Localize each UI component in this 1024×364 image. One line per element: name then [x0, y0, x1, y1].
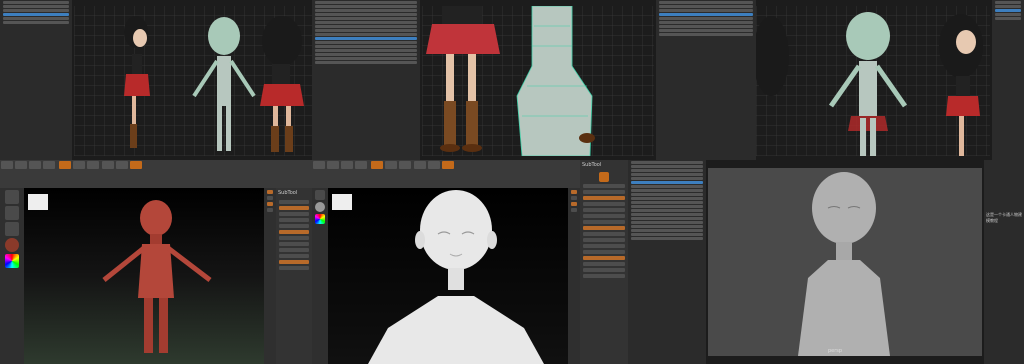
gray-head-body: [798, 172, 890, 356]
outliner-bottom-selected[interactable]: [631, 181, 703, 184]
zbrush-window-left: SubTool: [0, 160, 312, 364]
zbrush-right-shelf-right[interactable]: [568, 188, 580, 364]
subtool-title-right: SubTool: [582, 162, 602, 168]
viewport-bottom[interactable]: persp: [708, 168, 982, 356]
material-icon[interactable]: [5, 238, 19, 252]
red-base-mesh: [102, 200, 212, 353]
viewport-b[interactable]: [422, 6, 654, 156]
tool-icon[interactable]: [599, 172, 609, 182]
zbrush-canvas-right[interactable]: [328, 188, 568, 364]
subtool-title-left: SubTool: [278, 190, 298, 196]
maya-window-b: [312, 0, 756, 160]
zbrush-right-shelf-left[interactable]: [264, 188, 276, 364]
character-front-side-c: [756, 12, 983, 156]
outliner-b-selected[interactable]: [315, 37, 417, 40]
zbrush-tool-palette-left[interactable]: SubTool: [276, 188, 312, 364]
maya-window-bottom: persp 这是一个卡通人物建模教程: [628, 160, 1024, 364]
viewport-status: persp: [828, 348, 843, 354]
attribute-editor-b[interactable]: [656, 0, 756, 160]
outliner-a-selected[interactable]: [3, 13, 69, 16]
stroke-icon[interactable]: [5, 206, 19, 220]
maya-window-c: [756, 0, 1024, 160]
zbrush-toolbar-left[interactable]: [0, 160, 312, 189]
tutorial-note: 这是一个卡通人物建模教程: [986, 212, 1022, 223]
zbrush-left-tray[interactable]: [0, 188, 24, 364]
alpha-icon[interactable]: [5, 222, 19, 236]
white-head-sculpt: [368, 190, 544, 364]
maya-window-a: [0, 0, 312, 160]
side-panel-bottom[interactable]: 这是一个卡通人物建模教程: [984, 160, 1024, 364]
zbrush-left-tray-right[interactable]: [312, 188, 328, 364]
color-picker-icon[interactable]: [5, 254, 19, 268]
viewport-a[interactable]: [74, 6, 312, 156]
outliner-c[interactable]: [992, 0, 1024, 160]
outliner-b[interactable]: [312, 0, 420, 160]
zbrush-canvas-left[interactable]: [24, 188, 264, 364]
brush-icon[interactable]: [5, 190, 19, 204]
legs-and-hand-view: [426, 6, 595, 156]
zbrush-window-right: SubTool: [312, 160, 628, 364]
outliner-bottom[interactable]: [628, 160, 706, 364]
zbrush-tool-palette-right[interactable]: SubTool: [580, 160, 628, 364]
character-turnaround-a: [124, 16, 304, 152]
outliner-a[interactable]: [0, 0, 72, 160]
viewport-c[interactable]: [756, 6, 990, 156]
